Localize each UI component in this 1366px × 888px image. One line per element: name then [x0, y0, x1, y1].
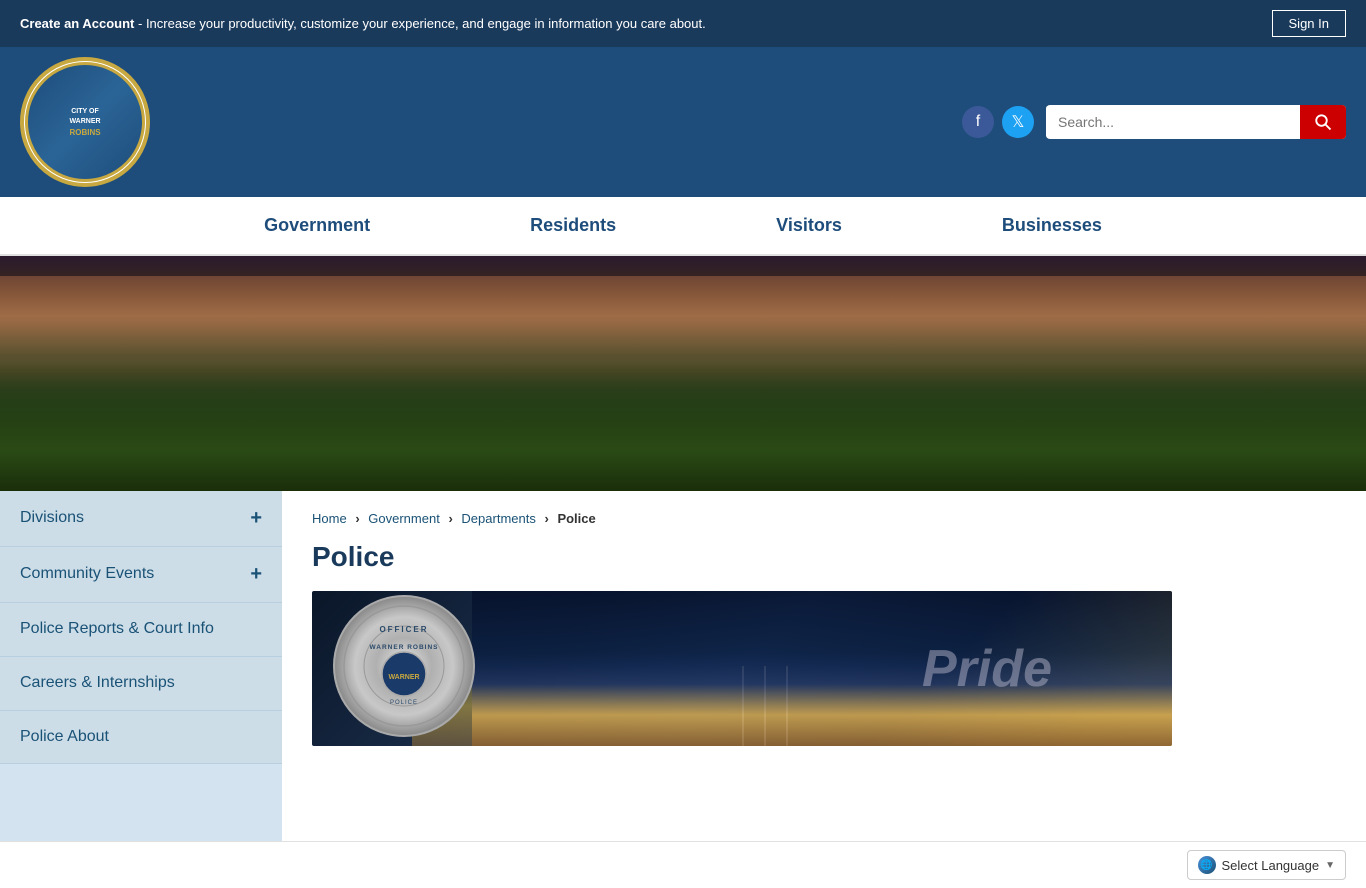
create-account-link[interactable]: Create an Account	[20, 16, 134, 31]
breadcrumb-government[interactable]: Government	[368, 511, 440, 526]
sidebar: Divisions + Community Events + Police Re…	[0, 491, 282, 841]
language-bar: 🌐 Select Language ▼	[0, 841, 1366, 888]
breadcrumb-home[interactable]: Home	[312, 511, 347, 526]
page-title: Police	[312, 541, 1336, 573]
breadcrumb: Home › Government › Departments › Police	[312, 511, 1336, 526]
facebook-icon[interactable]: f	[962, 106, 994, 138]
logo-robins: ROBINS	[69, 128, 100, 137]
twitter-icon[interactable]: 𝕏	[1002, 106, 1034, 138]
search-icon	[1314, 113, 1332, 131]
search-bar	[1046, 105, 1346, 139]
hero-banner	[0, 256, 1366, 491]
breadcrumb-current: Police	[557, 511, 595, 526]
svg-text:WARNER ROBINS: WARNER ROBINS	[370, 644, 439, 651]
sidebar-item-police-reports[interactable]: Police Reports & Court Info	[0, 603, 282, 657]
language-label: Select Language	[1222, 858, 1320, 873]
pride-text: Pride	[922, 640, 1052, 698]
sidebar-item-divisions[interactable]: Divisions +	[0, 491, 282, 547]
nav-residents[interactable]: Residents	[450, 197, 696, 254]
chevron-down-icon: ▼	[1325, 860, 1335, 871]
social-search-area: f 𝕏	[962, 105, 1346, 139]
logo-warner: WARNER	[69, 117, 100, 127]
svg-text:POLICE: POLICE	[390, 700, 418, 706]
logo-city-of: CITY OF	[71, 107, 98, 117]
svg-text:OFFICER: OFFICER	[379, 625, 428, 634]
top-bar: Create an Account - Increase your produc…	[0, 0, 1366, 47]
city-logo[interactable]: CITY OF WARNER ROBINS	[20, 57, 150, 187]
search-input[interactable]	[1046, 106, 1300, 138]
page-content: Home › Government › Departments › Police…	[282, 491, 1366, 841]
breadcrumb-sep3: ›	[544, 511, 548, 526]
language-selector[interactable]: 🌐 Select Language ▼	[1187, 850, 1347, 880]
svg-text:WARNER: WARNER	[388, 674, 419, 681]
police-department-image: OFFICER WARNER ROBINS WARNER POLICE Prid…	[312, 591, 1172, 746]
sign-in-button[interactable]: Sign In	[1272, 10, 1346, 37]
sidebar-item-police-about[interactable]: Police About	[0, 711, 282, 765]
search-button[interactable]	[1300, 105, 1346, 139]
police-badge-svg: OFFICER WARNER ROBINS WARNER POLICE	[332, 594, 477, 739]
nav-visitors[interactable]: Visitors	[696, 197, 922, 254]
community-events-expand-icon: +	[250, 563, 262, 586]
sidebar-item-community-events[interactable]: Community Events +	[0, 547, 282, 603]
main-nav: Government Residents Visitors Businesses	[0, 197, 1366, 256]
social-icons: f 𝕏	[962, 106, 1034, 138]
nav-businesses[interactable]: Businesses	[922, 197, 1182, 254]
header-right: f 𝕏	[962, 105, 1346, 139]
divisions-expand-icon: +	[250, 507, 262, 530]
logo-area: CITY OF WARNER ROBINS	[20, 57, 150, 187]
sidebar-item-careers[interactable]: Careers & Internships	[0, 657, 282, 711]
breadcrumb-sep1: ›	[355, 511, 359, 526]
account-subtitle: - Increase your productivity, customize …	[134, 16, 705, 31]
main-content: Divisions + Community Events + Police Re…	[0, 491, 1366, 841]
account-promo: Create an Account - Increase your produc…	[20, 16, 706, 31]
site-header: CITY OF WARNER ROBINS f 𝕏	[0, 47, 1366, 197]
breadcrumb-sep2: ›	[448, 511, 452, 526]
breadcrumb-departments[interactable]: Departments	[461, 511, 535, 526]
language-icon: 🌐	[1198, 856, 1216, 874]
nav-government[interactable]: Government	[184, 197, 450, 254]
